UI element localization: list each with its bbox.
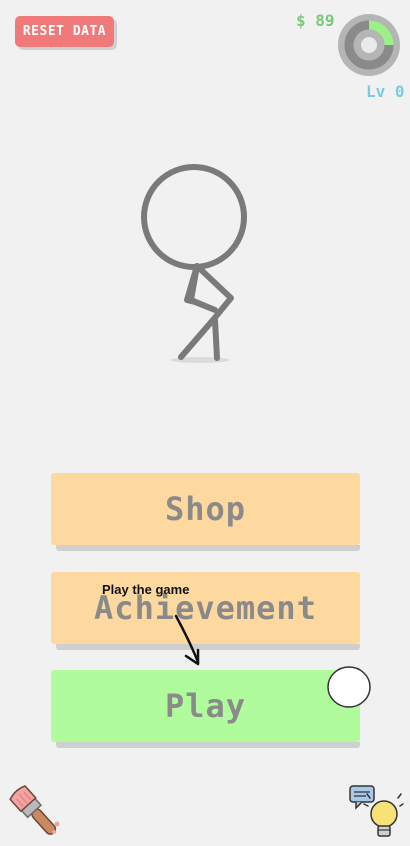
stick-figure (141, 164, 247, 363)
reset-data-button[interactable]: RESET DATA (15, 16, 114, 47)
level-label: Lv 0 (366, 82, 405, 101)
play-button[interactable]: Play (51, 670, 360, 748)
play-label: Play (164, 687, 247, 725)
shop-button[interactable]: Shop (51, 473, 360, 551)
paintbrush-icon[interactable] (6, 784, 64, 840)
tap-finger-icon (327, 666, 371, 708)
arrow-icon (174, 614, 200, 666)
money-counter: $ 89 (296, 11, 335, 30)
lightbulb-icon[interactable] (348, 784, 404, 840)
tutorial-hint: Play the game (102, 582, 190, 597)
level-progress-ring (338, 14, 400, 76)
shop-label: Shop (164, 490, 247, 528)
